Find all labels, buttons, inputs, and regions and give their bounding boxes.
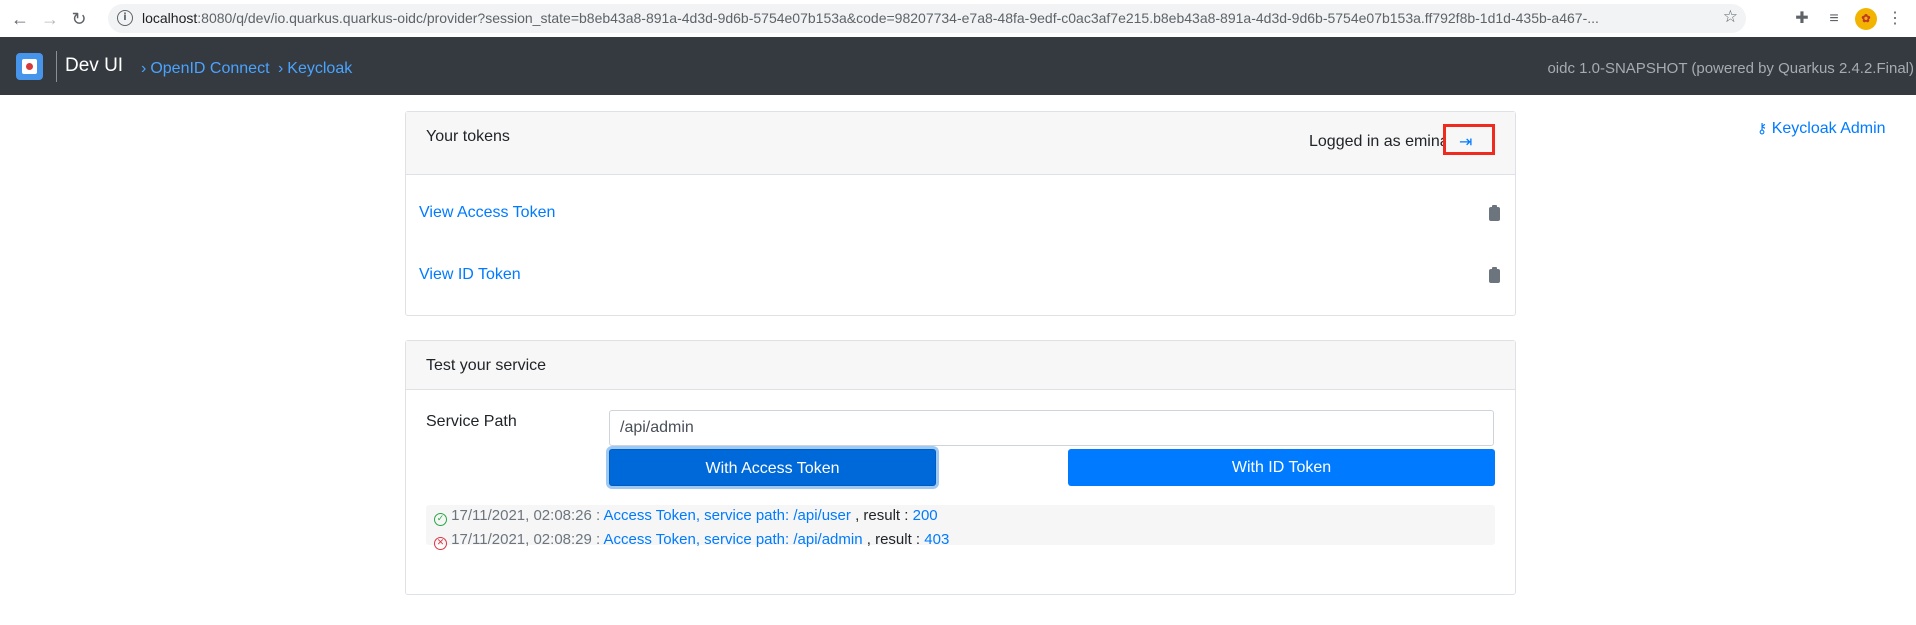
result-link[interactable]: Access Token, service path: /api/user <box>604 507 851 524</box>
info-icon[interactable]: i <box>117 10 133 26</box>
extensions-puzzle-icon[interactable]: ✚ <box>1791 8 1813 30</box>
breadcrumb-openid-connect[interactable]: OpenID Connect <box>150 60 269 77</box>
quarkus-logo-icon[interactable] <box>16 53 43 80</box>
result-row: ✓ 17/11/2021, 02:08:26 : Access Token, s… <box>434 507 938 527</box>
tokens-card-header: Your tokens Logged in as emina ⇥ <box>406 112 1515 175</box>
url-path: :8080/q/dev/io.quarkus.quarkus-oidc/prov… <box>197 10 1599 26</box>
x-circle-icon: ✕ <box>434 537 447 550</box>
header-divider <box>56 51 57 82</box>
dev-ui-title[interactable]: Dev UI <box>65 55 123 77</box>
chevron-right-icon: › <box>141 60 147 77</box>
check-circle-icon: ✓ <box>434 513 447 526</box>
reload-icon[interactable]: ↻ <box>68 8 90 30</box>
test-service-card: Test your service Service Path With Acce… <box>405 340 1516 595</box>
results-list: ✓ 17/11/2021, 02:08:26 : Access Token, s… <box>426 505 1495 550</box>
result-code[interactable]: 200 <box>913 507 938 524</box>
address-bar[interactable]: i localhost:8080/q/dev/io.quarkus.quarku… <box>108 4 1746 33</box>
test-card-header: Test your service <box>406 341 1515 390</box>
url-text[interactable]: localhost:8080/q/dev/io.quarkus.quarkus-… <box>142 10 1702 26</box>
profile-avatar-icon[interactable]: ✿ <box>1855 8 1877 30</box>
reading-list-icon[interactable]: ≡ <box>1823 8 1845 30</box>
result-label: , result : <box>855 507 909 524</box>
version-text: oidc 1.0-SNAPSHOT (powered by Quarkus 2.… <box>1547 60 1914 77</box>
breadcrumb: › OpenID Connect › Keycloak <box>141 60 356 78</box>
sign-out-icon: ⇥ <box>1459 132 1473 151</box>
tokens-card-title: Your tokens <box>426 128 510 145</box>
browser-toolbar: ← → ↻ i localhost:8080/q/dev/io.quarkus.… <box>0 0 1916 38</box>
with-id-token-button[interactable]: With ID Token <box>1068 449 1495 486</box>
clipboard-icon[interactable] <box>1489 205 1500 221</box>
result-time: 17/11/2021, 02:08:29 : <box>451 531 601 548</box>
dev-ui-header: Dev UI › OpenID Connect › Keycloak oidc 1.… <box>0 37 1916 95</box>
breadcrumb-keycloak[interactable]: Keycloak <box>287 60 352 77</box>
chevron-right-icon: › <box>277 60 284 77</box>
logged-in-text: Logged in as emina <box>1309 133 1449 150</box>
result-time: 17/11/2021, 02:08:26 : <box>451 507 601 524</box>
result-label: , result : <box>866 531 921 548</box>
tokens-card: Your tokens Logged in as emina ⇥ View Ac… <box>405 111 1516 316</box>
result-link[interactable]: Access Token, service path: /api/admin <box>604 531 863 548</box>
url-host: localhost <box>142 10 198 26</box>
bookmark-star-icon[interactable]: ☆ <box>1723 7 1738 27</box>
clipboard-icon[interactable] <box>1489 267 1500 283</box>
keycloak-admin-link[interactable]: ⚷ Keycloak Admin <box>1757 120 1886 138</box>
service-path-label: Service Path <box>426 413 517 430</box>
forward-arrow-icon[interactable]: → <box>39 8 61 30</box>
logout-button[interactable]: ⇥ <box>1443 124 1495 155</box>
with-access-token-button[interactable]: With Access Token <box>609 449 936 486</box>
view-access-token-link[interactable]: View Access Token <box>419 204 555 222</box>
back-arrow-icon[interactable]: ← <box>9 8 31 30</box>
result-row: ✕ 17/11/2021, 02:08:29 : Access Token, s… <box>434 531 949 551</box>
browser-menu-icon[interactable]: ⋮ <box>1884 8 1906 30</box>
keycloak-admin-label: Keycloak Admin <box>1771 120 1886 137</box>
view-id-token-link[interactable]: View ID Token <box>419 266 521 284</box>
key-icon: ⚷ <box>1757 121 1768 137</box>
result-code[interactable]: 403 <box>924 531 949 548</box>
service-path-input[interactable] <box>609 410 1494 446</box>
test-card-title: Test your service <box>426 357 547 374</box>
